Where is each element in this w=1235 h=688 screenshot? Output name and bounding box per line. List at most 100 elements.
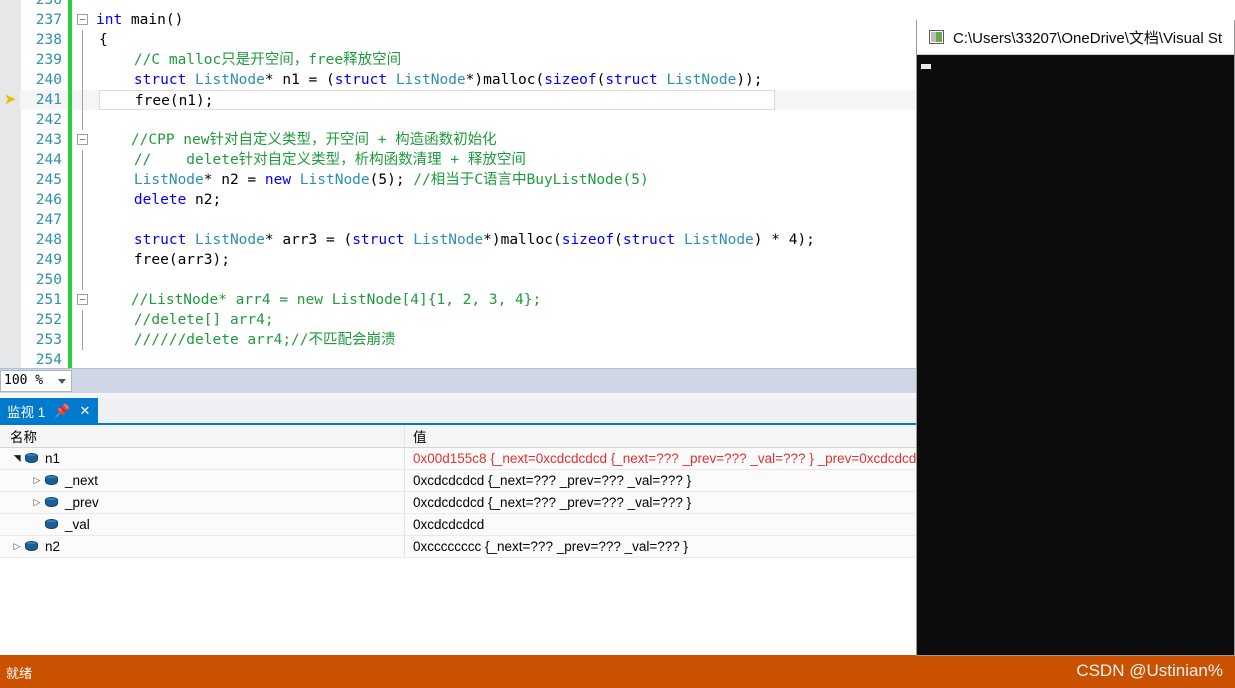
code-token: struct [622,232,684,248]
code-text[interactable]: free(n1); [91,90,775,110]
line-number: 241 [35,92,62,108]
collapse-outline-icon[interactable]: − [77,14,88,25]
watch-row-name-cell[interactable]: ▷ _next [0,470,405,491]
change-tracking-bar [68,0,72,10]
console-app-icon [929,30,944,44]
code-token: delete [133,192,187,208]
code-text[interactable]: //ListNode* arr4 = new ListNode[4]{1, 2,… [88,290,541,310]
expander-collapsed-icon[interactable]: ▷ [30,497,44,508]
code-line[interactable]: 236 [20,0,1235,10]
code-text[interactable]: int main() [88,10,183,30]
code-token: ListNode [195,232,265,248]
watch-row-name-cell[interactable]: ▷ n2 [0,536,405,557]
expander-collapsed-icon[interactable]: ▷ [10,541,24,552]
code-token: //delete[] arr4; [99,312,274,328]
code-token: sizeof [561,232,615,248]
code-token: free(arr3); [99,252,230,268]
code-token: //////delete arr4;//不匹配会崩溃 [99,332,396,348]
watch-row-name-cell[interactable]: _val [0,514,405,535]
code-text[interactable]: delete n2; [91,190,221,210]
close-icon[interactable]: ✕ [79,404,90,417]
variable-object-icon [44,474,60,487]
console-output-area[interactable] [917,55,1234,655]
code-text[interactable] [91,110,99,130]
collapse-outline-icon[interactable]: − [77,134,88,145]
code-token: struct [605,72,667,88]
code-token: //C malloc只是开空间，free释放空间 [99,52,402,68]
collapse-outline-icon[interactable]: − [77,294,88,305]
line-number: 240 [35,72,62,88]
watch-row-name-cell[interactable]: ▷ _prev [0,492,405,513]
code-token: { [99,32,108,48]
code-text[interactable]: // delete针对自定义类型，析构函数清理 + 释放空间 [91,150,526,170]
change-tracking-bar [68,290,72,310]
code-token: ) * 4); [753,232,815,248]
change-tracking-bar [68,110,72,130]
code-text[interactable]: struct ListNode* arr3 = (struct ListNode… [91,230,815,250]
status-text: 就绪 [6,666,33,681]
change-tracking-bar [68,310,72,330]
code-token: //CPP new针对自定义类型，开空间 + 构造函数初始化 [96,132,497,148]
editor-indicator-margin[interactable]: ➤ [0,0,21,368]
variable-object-icon [24,452,40,465]
outline-spacer [77,0,91,10]
outline-guide-line [77,250,91,270]
code-token: new [264,172,300,188]
watch-variable-name: n1 [45,451,61,466]
expander-collapsed-icon[interactable]: ▷ [30,475,44,486]
watch-variable-name: _next [65,473,99,488]
code-token: ListNode [683,232,754,248]
line-number: 246 [35,192,62,208]
outline-guide-line [77,70,91,90]
code-text[interactable] [91,0,99,10]
change-tracking-bar [68,90,72,110]
code-text[interactable]: struct ListNode* n1 = (struct ListNode*)… [91,70,763,90]
code-text[interactable]: ListNode* n2 = new ListNode(5); //相当于C语言… [91,170,649,190]
code-text[interactable] [91,350,99,368]
console-window[interactable]: C:\Users\33207\OneDrive\文档\Visual St [916,20,1235,656]
line-number: 253 [35,332,62,348]
line-number: 245 [35,172,62,188]
code-token: ListNode [133,172,204,188]
block-cursor-icon [921,64,931,69]
zoom-level-dropdown[interactable]: 100 % [0,370,72,392]
code-text[interactable]: free(arr3); [91,250,230,270]
status-bar: 就绪 CSDN @Ustinian% [0,655,1235,688]
code-token: main [130,12,166,28]
change-tracking-bar [68,330,72,350]
console-title-bar[interactable]: C:\Users\33207\OneDrive\文档\Visual St [917,20,1234,55]
watch-row-name-cell[interactable]: ◢ n1 [0,448,405,469]
outline-guide-line [77,170,91,190]
code-text[interactable]: { [91,30,108,50]
line-number: 236 [35,0,62,8]
column-header-name[interactable]: 名称 [0,425,405,447]
code-text[interactable]: //C malloc只是开空间，free释放空间 [91,50,401,70]
change-tracking-bar [68,50,72,70]
code-token: *)malloc( [483,232,562,248]
outline-guide-line [77,50,91,70]
code-token: free(n1); [100,93,214,109]
watch-variable-name: _prev [65,495,99,510]
code-token: //ListNode* arr4 = new ListNode[4]{1, 2,… [96,292,542,308]
code-text[interactable]: //////delete arr4;//不匹配会崩溃 [91,330,396,350]
code-token: * arr3 = ( [264,232,353,248]
line-number: 249 [35,252,62,268]
watch-tab-label: 监视 1 [7,404,46,420]
tab-watch-1[interactable]: 监视 1 📌 ✕ [0,398,99,423]
pin-icon[interactable]: 📌 [54,404,70,417]
code-text[interactable]: //delete[] arr4; [91,310,274,330]
line-number: 242 [35,112,62,128]
code-text[interactable] [91,270,99,290]
change-tracking-bar [68,10,72,30]
change-tracking-bar [68,130,72,150]
code-text[interactable]: //CPP new针对自定义类型，开空间 + 构造函数初始化 [88,130,497,150]
code-token: int [96,12,131,28]
outline-guide-line [77,310,91,330]
code-token: // delete针对自定义类型，析构函数清理 + 释放空间 [99,152,526,168]
code-text[interactable] [91,210,99,230]
expander-expanded-icon[interactable]: ◢ [12,452,23,466]
line-number: 243 [35,132,62,148]
code-token: struct [133,72,196,88]
